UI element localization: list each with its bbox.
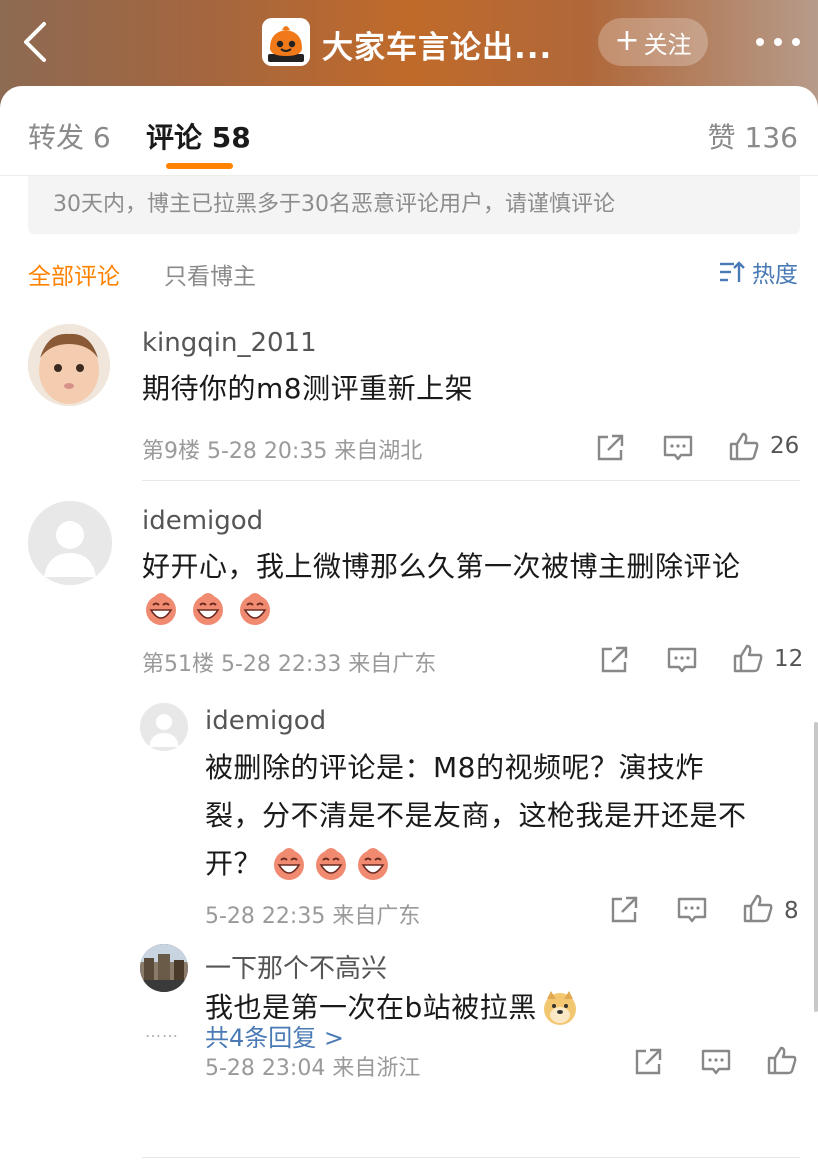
comment-username[interactable]: kingqin_2011 bbox=[142, 328, 317, 358]
tab-repost[interactable]: 转发 6 bbox=[28, 116, 111, 156]
tab-bar: 转发 6 评论 58 赞 136 bbox=[0, 86, 818, 176]
like-thumb-icon[interactable] bbox=[728, 430, 760, 462]
active-tab-indicator bbox=[166, 163, 233, 169]
blocked-users-notice: 30天内，博主已拉黑多于30名恶意评论用户，请谨慎评论 bbox=[28, 176, 800, 234]
filter-blogger-only[interactable]: 只看博主 bbox=[164, 257, 256, 291]
view-more-replies-link[interactable]: 共4条回复 > bbox=[205, 1018, 344, 1053]
default-user-avatar-icon bbox=[28, 501, 112, 585]
laughing-emoji-icon bbox=[240, 593, 271, 625]
follow-button[interactable]: + 关注 bbox=[598, 18, 708, 66]
plus-icon: + bbox=[614, 22, 640, 58]
like-count: 12 bbox=[774, 646, 804, 672]
user-avatar[interactable] bbox=[28, 501, 112, 585]
laughing-emoji-icon bbox=[316, 848, 347, 880]
comment-text: 期待你的m8测评重新上架 bbox=[142, 372, 474, 405]
reply-meta: 5-28 23:04 来自浙江 bbox=[205, 1056, 421, 1081]
comment-username[interactable]: idemigod bbox=[142, 506, 263, 536]
reply-user-avatar[interactable] bbox=[140, 703, 188, 751]
comment-divider bbox=[142, 1157, 800, 1158]
account-logo[interactable] bbox=[262, 18, 310, 66]
comment-meta: 第9楼 5-28 20:35 来自湖北 bbox=[142, 439, 423, 464]
like-count: 26 bbox=[770, 433, 800, 459]
reply-text-line: 裂，分不清是不是友商，这枪我是开还是不 bbox=[205, 799, 747, 832]
like-thumb-icon[interactable] bbox=[766, 1044, 798, 1076]
filter-all-comments[interactable]: 全部评论 bbox=[28, 257, 120, 291]
reply-username[interactable]: idemigod bbox=[205, 706, 326, 736]
more-replies-dots: …… bbox=[145, 1022, 179, 1041]
reply-text-last-line: 开？ bbox=[205, 840, 396, 888]
tab-likes[interactable]: 赞 136 bbox=[708, 116, 798, 156]
reply-comment-icon[interactable] bbox=[676, 894, 708, 926]
reply-username[interactable]: 一下那个不高兴 bbox=[205, 948, 387, 985]
baby-avatar-icon bbox=[28, 324, 110, 406]
like-count: 8 bbox=[784, 898, 799, 924]
laughing-emoji-icon bbox=[358, 848, 389, 880]
share-icon[interactable] bbox=[632, 1046, 664, 1078]
follow-label: 关注 bbox=[643, 30, 692, 59]
photo-avatar-icon bbox=[140, 944, 188, 992]
sort-icon bbox=[720, 261, 745, 282]
laughing-emoji-icon bbox=[193, 593, 224, 625]
tab-comments[interactable]: 评论 58 bbox=[146, 116, 251, 156]
share-icon[interactable] bbox=[608, 894, 640, 926]
share-icon[interactable] bbox=[594, 432, 626, 464]
reply-text-line: 开？ bbox=[205, 847, 263, 880]
reply-comment-icon[interactable] bbox=[700, 1046, 732, 1078]
laughing-emoji-icon bbox=[274, 848, 305, 880]
like-thumb-icon[interactable] bbox=[742, 892, 774, 924]
reply-user-avatar[interactable] bbox=[140, 944, 188, 992]
laughing-emoji-icon bbox=[146, 593, 176, 625]
emoji-row bbox=[142, 590, 278, 628]
weibo-comments-page: 大家车言论出... + 关注 转发 6 评论 58 赞 136 30天内，博主已… bbox=[0, 0, 818, 1162]
reply-meta: 5-28 22:35 来自广东 bbox=[205, 904, 421, 929]
reply-text-line: 被删除的评论是：M8的视频呢？演技炸 bbox=[205, 751, 704, 784]
like-thumb-icon[interactable] bbox=[732, 642, 764, 674]
back-arrow-icon[interactable] bbox=[14, 16, 58, 68]
more-options-icon[interactable] bbox=[752, 28, 804, 56]
comment-meta: 第51楼 5-28 22:33 来自广东 bbox=[142, 652, 437, 677]
mascot-logo-icon bbox=[262, 18, 310, 66]
default-user-avatar-icon bbox=[140, 703, 188, 751]
account-name[interactable]: 大家车言论出... bbox=[322, 22, 552, 67]
reply-comment-icon[interactable] bbox=[666, 644, 698, 676]
comment-filter-bar: 全部评论 只看博主 热度 bbox=[0, 254, 818, 294]
sort-label: 热度 bbox=[752, 262, 798, 288]
comment-divider bbox=[142, 480, 800, 481]
scrollbar[interactable] bbox=[814, 722, 818, 1012]
comment-text: 好开心，我上微博那么久第一次被博主删除评论 bbox=[142, 550, 741, 583]
user-avatar[interactable] bbox=[28, 324, 110, 406]
sort-by-popularity-button[interactable]: 热度 bbox=[718, 254, 798, 290]
doge-emoji-icon bbox=[543, 991, 576, 1025]
share-icon[interactable] bbox=[598, 644, 630, 676]
reply-comment-icon[interactable] bbox=[662, 432, 694, 464]
